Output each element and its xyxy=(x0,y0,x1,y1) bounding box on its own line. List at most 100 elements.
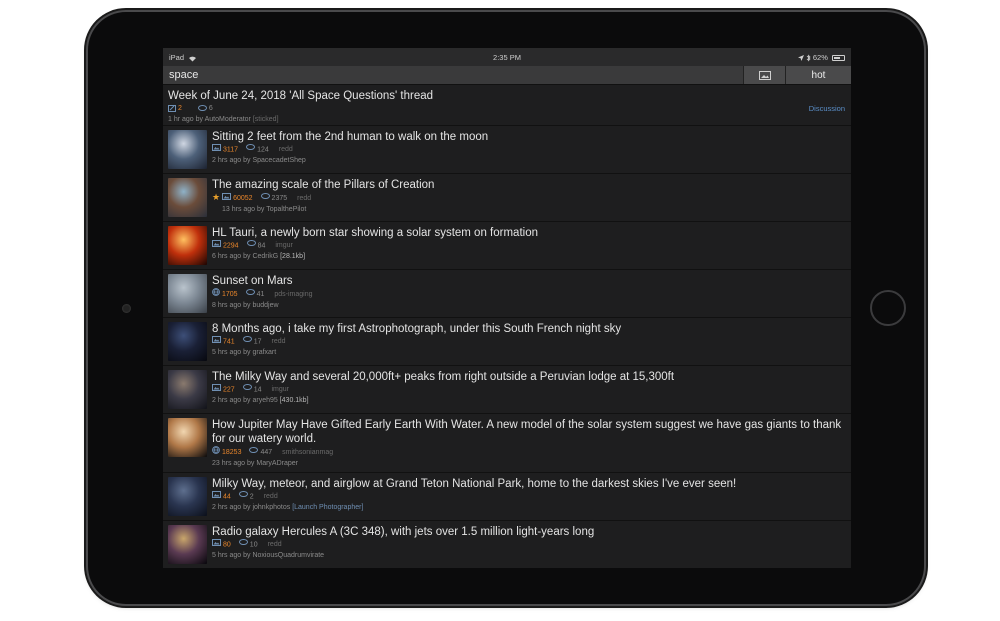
comment-icon xyxy=(246,144,256,155)
post-byline: 2 hrs ago by johnkphotos [Launch Photogr… xyxy=(212,502,843,513)
comment-count: 6 xyxy=(208,105,213,112)
byline: 13 hrs ago by TopalthePilot xyxy=(222,206,307,213)
sort-hot-button[interactable]: hot xyxy=(786,66,851,84)
post-thumbnail[interactable] xyxy=(168,130,207,169)
image-view-button[interactable] xyxy=(743,66,786,84)
post-thumbnail[interactable] xyxy=(168,178,207,217)
app-screen: iPad 2:35 PM 62% space hot Week of June … xyxy=(163,48,851,568)
score: 227 xyxy=(223,386,235,394)
self-post-icon xyxy=(168,104,176,112)
discussion-link[interactable]: Discussion xyxy=(809,104,845,113)
score: 741 xyxy=(223,338,235,346)
globe-icon xyxy=(212,446,220,458)
score: 2 xyxy=(178,105,182,112)
post-row[interactable]: The amazing scale of the Pillars of Crea… xyxy=(163,174,851,222)
post-domain: redd xyxy=(267,541,282,549)
post-byline: 2 hrs ago by SpacecadetShep xyxy=(212,155,843,166)
status-bar: iPad 2:35 PM 62% xyxy=(163,48,851,66)
comment-count: 2 xyxy=(249,493,254,501)
status-time: 2:35 PM xyxy=(493,53,521,62)
post-title[interactable]: Week of June 24, 2018 'All Space Questio… xyxy=(168,85,843,103)
post-byline: 23 hrs ago by MaryADraper xyxy=(212,458,843,469)
post-title[interactable]: How Jupiter May Have Gifted Early Earth … xyxy=(212,414,843,446)
camera-lens xyxy=(122,304,131,313)
post-domain: redd xyxy=(297,195,312,202)
comment-count: 124 xyxy=(257,146,269,154)
image-icon xyxy=(212,144,221,155)
post-title[interactable]: Radio galaxy Hercules A (3C 348), with j… xyxy=(212,521,843,539)
comment-icon xyxy=(249,446,259,458)
post-thumbnail[interactable] xyxy=(168,226,207,265)
post-byline: 5 hrs ago by grafxart xyxy=(212,347,843,358)
comment-count: 84 xyxy=(257,242,266,250)
score: 18253 xyxy=(222,448,242,456)
post-stats: 80 10 redd xyxy=(212,539,843,550)
subreddit-title: space xyxy=(169,69,199,81)
post-row[interactable]: HL Tauri, a newly born star showing a so… xyxy=(163,222,851,270)
post-row[interactable]: Radio galaxy Hercules A (3C 348), with j… xyxy=(163,521,851,568)
post-list: Sitting 2 feet from the 2nd human to wal… xyxy=(163,126,851,568)
post-stats: 3117 124 redd xyxy=(212,144,843,155)
post-row[interactable]: Sunset on Mars 1705 41 pds-imaging 8 hrs ago… xyxy=(163,270,851,318)
sticky-post[interactable]: Week of June 24, 2018 'All Space Questio… xyxy=(163,85,851,126)
comment-count: 14 xyxy=(253,386,262,394)
post-thumbnail[interactable] xyxy=(168,274,207,313)
nav-bar: space hot xyxy=(163,66,851,85)
comment-icon xyxy=(197,104,207,111)
globe-icon xyxy=(212,288,220,300)
image-icon xyxy=(212,336,221,347)
post-title[interactable]: Milky Way, meteor, and airglow at Grand … xyxy=(212,473,843,491)
post-domain: redd xyxy=(278,146,293,154)
score: 60052 xyxy=(233,195,253,202)
comment-icon xyxy=(245,288,255,300)
post-domain: redd xyxy=(263,493,278,501)
byline: 8 hrs ago by buddjew xyxy=(212,302,279,309)
post-stats: 227 14 imgur xyxy=(212,384,843,395)
sticky-flag: [sticked] xyxy=(252,116,279,123)
post-row[interactable]: 8 Months ago, i take my first Astrophoto… xyxy=(163,318,851,366)
byline: 2 hrs ago by aryeh95 xyxy=(212,397,278,405)
post-thumbnail[interactable] xyxy=(168,322,207,361)
image-icon xyxy=(212,539,221,550)
image-icon xyxy=(212,240,221,251)
post-title[interactable]: Sitting 2 feet from the 2nd human to wal… xyxy=(212,126,843,144)
post-thumbnail[interactable] xyxy=(168,477,207,516)
post-stats: 44 2 redd xyxy=(212,491,843,502)
byline: 5 hrs ago by NoxiousQuadrumvirate xyxy=(212,552,325,560)
post-title[interactable]: Sunset on Mars xyxy=(212,270,843,288)
post-thumbnail[interactable] xyxy=(168,370,207,409)
comment-icon xyxy=(242,336,252,347)
post-domain: pds-imaging xyxy=(274,290,313,298)
post-row[interactable]: How Jupiter May Have Gifted Early Earth … xyxy=(163,414,851,473)
byline: 2 hrs ago by johnkphotos xyxy=(212,504,291,512)
comment-icon xyxy=(242,384,252,395)
post-title[interactable]: The Milky Way and several 20,000ft+ peak… xyxy=(212,366,843,384)
post-domain: imgur xyxy=(271,386,289,394)
comment-count: 17 xyxy=(253,338,262,346)
home-button[interactable] xyxy=(870,290,906,326)
post-stats: ★ 60052 2375 redd xyxy=(212,192,843,204)
comment-icon xyxy=(246,240,256,251)
image-icon xyxy=(212,491,221,502)
comment-icon xyxy=(238,491,248,502)
image-icon xyxy=(222,192,232,204)
post-byline: 6 hrs ago by CedrikG [28.1kb] xyxy=(212,251,843,262)
comment-icon xyxy=(238,539,248,550)
post-byline: 13 hrs ago by TopalthePilot xyxy=(212,204,843,215)
post-row[interactable]: The Milky Way and several 20,000ft+ peak… xyxy=(163,366,851,414)
post-stats: 18253 447 smithsonianmag xyxy=(212,446,843,458)
score: 44 xyxy=(223,493,231,501)
comment-count: 10 xyxy=(249,541,258,549)
post-thumbnail[interactable] xyxy=(168,418,207,457)
post-row[interactable]: Sitting 2 feet from the 2nd human to wal… xyxy=(163,126,851,174)
post-title[interactable]: HL Tauri, a newly born star showing a so… xyxy=(212,222,843,240)
post-domain: redd xyxy=(271,338,286,346)
post-thumbnail[interactable] xyxy=(168,525,207,564)
post-title[interactable]: The amazing scale of the Pillars of Crea… xyxy=(212,174,843,192)
post-byline: 8 hrs ago by buddjew xyxy=(212,300,843,311)
post-byline: 2 hrs ago by aryeh95 [430.1kb] xyxy=(212,395,843,406)
post-title[interactable]: 8 Months ago, i take my first Astrophoto… xyxy=(212,318,843,336)
post-extra: [28.1kb] xyxy=(280,253,306,261)
byline: 5 hrs ago by grafxart xyxy=(212,349,277,357)
post-row[interactable]: Milky Way, meteor, and airglow at Grand … xyxy=(163,473,851,521)
